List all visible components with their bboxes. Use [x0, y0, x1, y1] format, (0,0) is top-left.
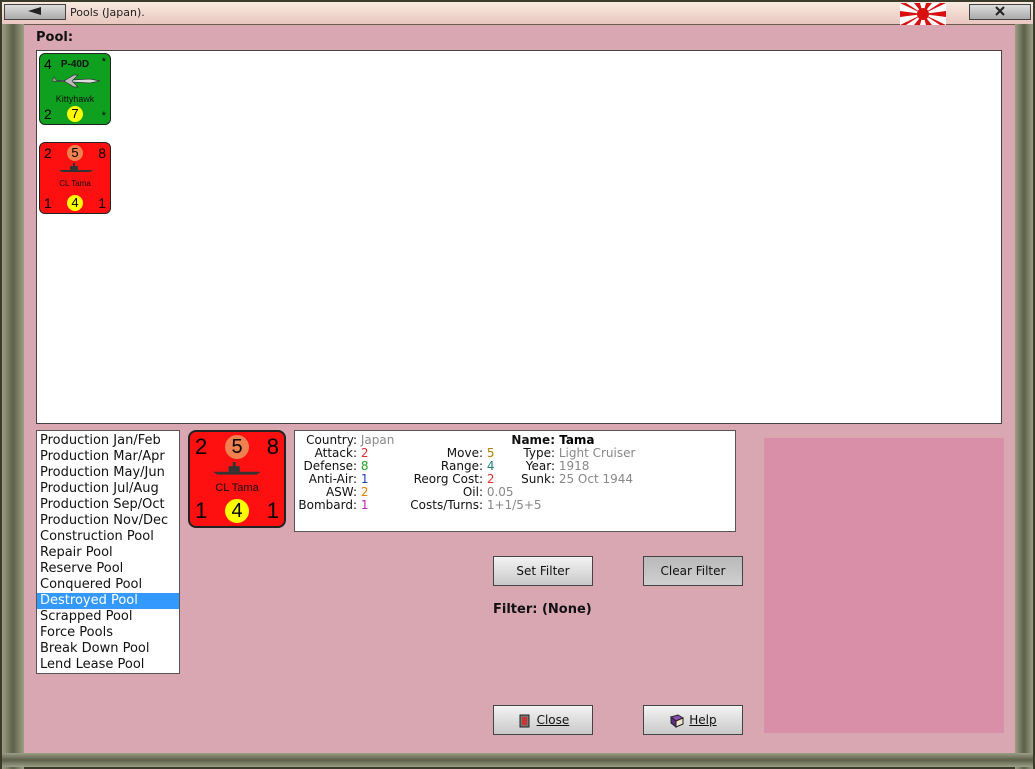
- selected-top-right: 8: [266, 434, 279, 459]
- attack-value: 2: [360, 446, 369, 460]
- unit-preview-panel: [764, 438, 1004, 733]
- counter-bottom-circle: 7: [67, 106, 83, 122]
- country-label: Country:: [306, 433, 357, 447]
- filter-status: Filter: (None): [493, 602, 592, 617]
- pool-list-item[interactable]: Production Jan/Feb: [37, 433, 179, 449]
- fighter-plane-icon: [51, 74, 101, 88]
- filter-label: Filter:: [493, 602, 538, 617]
- title-bar: Pools (Japan).: [2, 2, 1033, 25]
- arrow-left-icon: [28, 7, 41, 15]
- year-value: 1918: [558, 459, 590, 473]
- pool-list-item[interactable]: Construction Pool: [37, 529, 179, 545]
- country-value: Japan: [360, 433, 395, 447]
- selected-unit-name: CL Tama: [215, 482, 259, 494]
- counter-top-circle: 5: [67, 145, 83, 161]
- oil-value: 0.05: [486, 485, 514, 499]
- pool-list-item[interactable]: Repair Pool: [37, 545, 179, 561]
- pool-list[interactable]: Production Jan/Feb Production Mar/Apr Prod…: [36, 430, 180, 674]
- close-button-label: Close: [536, 713, 570, 727]
- pool-list-item[interactable]: Production Sep/Oct: [37, 497, 179, 513]
- selected-unit-counter: 2 5 8 CL Tama 1 4 1: [188, 430, 286, 528]
- move-label: Move:: [446, 446, 483, 460]
- close-door-icon: [519, 714, 530, 727]
- asw-label: ASW:: [325, 485, 357, 499]
- pool-list-item[interactable]: Break Down Pool: [37, 641, 179, 657]
- pool-list-item[interactable]: Production Nov/Dec: [37, 513, 179, 529]
- counter-bottom-left: 1: [44, 195, 52, 211]
- antiair-label: Anti-Air:: [308, 472, 357, 486]
- pool-list-item[interactable]: Conquered Pool: [37, 577, 179, 593]
- right-frame: [1015, 24, 1033, 769]
- sunk-value: 25 Oct 1944: [558, 472, 634, 486]
- selected-bottom-left: 1: [195, 498, 208, 523]
- counter-bottom-left: 2: [44, 106, 52, 122]
- sunk-label: Sunk:: [521, 472, 555, 486]
- selected-top-circle: 5: [225, 435, 249, 459]
- help-button[interactable]: Help: [643, 705, 743, 735]
- pools-window: Pools (Japan). Pool: 4 * P-40D Kittyhawk…: [0, 0, 1035, 769]
- unit-info-panel: Country: Japan Attack: 2 Defense: 8 Anti…: [294, 430, 736, 532]
- counter-top-right: 8: [98, 145, 106, 161]
- reorg-label: Reorg Cost:: [413, 472, 483, 486]
- close-window-button[interactable]: [969, 4, 1031, 20]
- pool-list-item[interactable]: Lend Lease Pool: [37, 657, 179, 673]
- bombard-value: 1: [360, 498, 369, 512]
- year-label: Year:: [525, 459, 555, 473]
- selected-bottom-right: 1: [266, 498, 279, 523]
- left-frame: [2, 24, 24, 769]
- unit-counter-kittyhawk[interactable]: 4 * P-40D Kittyhawk 2 7 *: [39, 53, 111, 125]
- range-label: Range:: [440, 459, 483, 473]
- window-menu-button[interactable]: [4, 4, 66, 20]
- attack-label: Attack:: [314, 446, 357, 460]
- defense-label: Defense:: [303, 459, 357, 473]
- costs-label: Costs/Turns:: [410, 498, 483, 512]
- set-filter-button[interactable]: Set Filter: [493, 556, 593, 586]
- cruiser-ship-icon: [213, 462, 261, 475]
- range-value: 4: [486, 459, 495, 473]
- oil-label: Oil:: [462, 485, 483, 499]
- counter-model: P-40D: [60, 59, 90, 70]
- help-book-icon: [670, 713, 685, 728]
- pool-list-item[interactable]: Force Pools: [37, 625, 179, 641]
- pool-list-item[interactable]: Production Mar/Apr: [37, 449, 179, 465]
- asw-value: 2: [360, 485, 369, 499]
- name-label: Name:: [511, 433, 555, 447]
- costs-value: 1+1/5+5: [486, 498, 542, 512]
- counter-bottom-right: *: [101, 110, 106, 122]
- pool-list-item[interactable]: Destroyed Pool: [37, 593, 179, 609]
- counter-top-left: 2: [44, 145, 52, 161]
- close-button[interactable]: Close: [493, 705, 593, 735]
- pool-list-item[interactable]: Production May/Jun: [37, 465, 179, 481]
- window-title: Pools (Japan).: [70, 6, 145, 19]
- pool-label: Pool:: [36, 30, 74, 45]
- type-label: Type:: [523, 446, 555, 460]
- defense-value: 8: [360, 459, 369, 473]
- counter-name: Kittyhawk: [55, 94, 95, 104]
- type-value: Light Cruiser: [558, 446, 636, 460]
- clear-filter-button[interactable]: Clear Filter: [643, 556, 743, 586]
- name-value: Tama: [559, 433, 595, 447]
- pool-list-item[interactable]: Production Jul/Aug: [37, 481, 179, 497]
- antiair-value: 1: [360, 472, 369, 486]
- move-value: 5: [486, 446, 495, 460]
- rising-sun-flag-icon: [900, 3, 946, 25]
- pool-list-item[interactable]: Scrapped Pool: [37, 609, 179, 625]
- cruiser-ship-icon: [59, 163, 93, 172]
- counter-bottom-circle: 4: [67, 195, 83, 211]
- bombard-label: Bombard:: [298, 498, 357, 512]
- unit-counter-cl-tama[interactable]: 2 5 8 CL Tama 1 4 1: [39, 142, 111, 214]
- close-icon: [995, 6, 1005, 16]
- pool-list-item[interactable]: Reserve Pool: [37, 561, 179, 577]
- selected-top-left: 2: [195, 434, 208, 459]
- filter-value: (None): [541, 602, 592, 617]
- bottom-frame: [2, 753, 1033, 767]
- help-button-label: Help: [689, 713, 717, 727]
- pool-unit-area[interactable]: 4 * P-40D Kittyhawk 2 7 * 2 5 8 CL Tama: [36, 50, 1002, 424]
- counter-name: CL Tama: [59, 179, 91, 188]
- reorg-value: 2: [486, 472, 495, 486]
- selected-bottom-circle: 4: [225, 499, 249, 523]
- counter-bottom-right: 1: [98, 195, 106, 211]
